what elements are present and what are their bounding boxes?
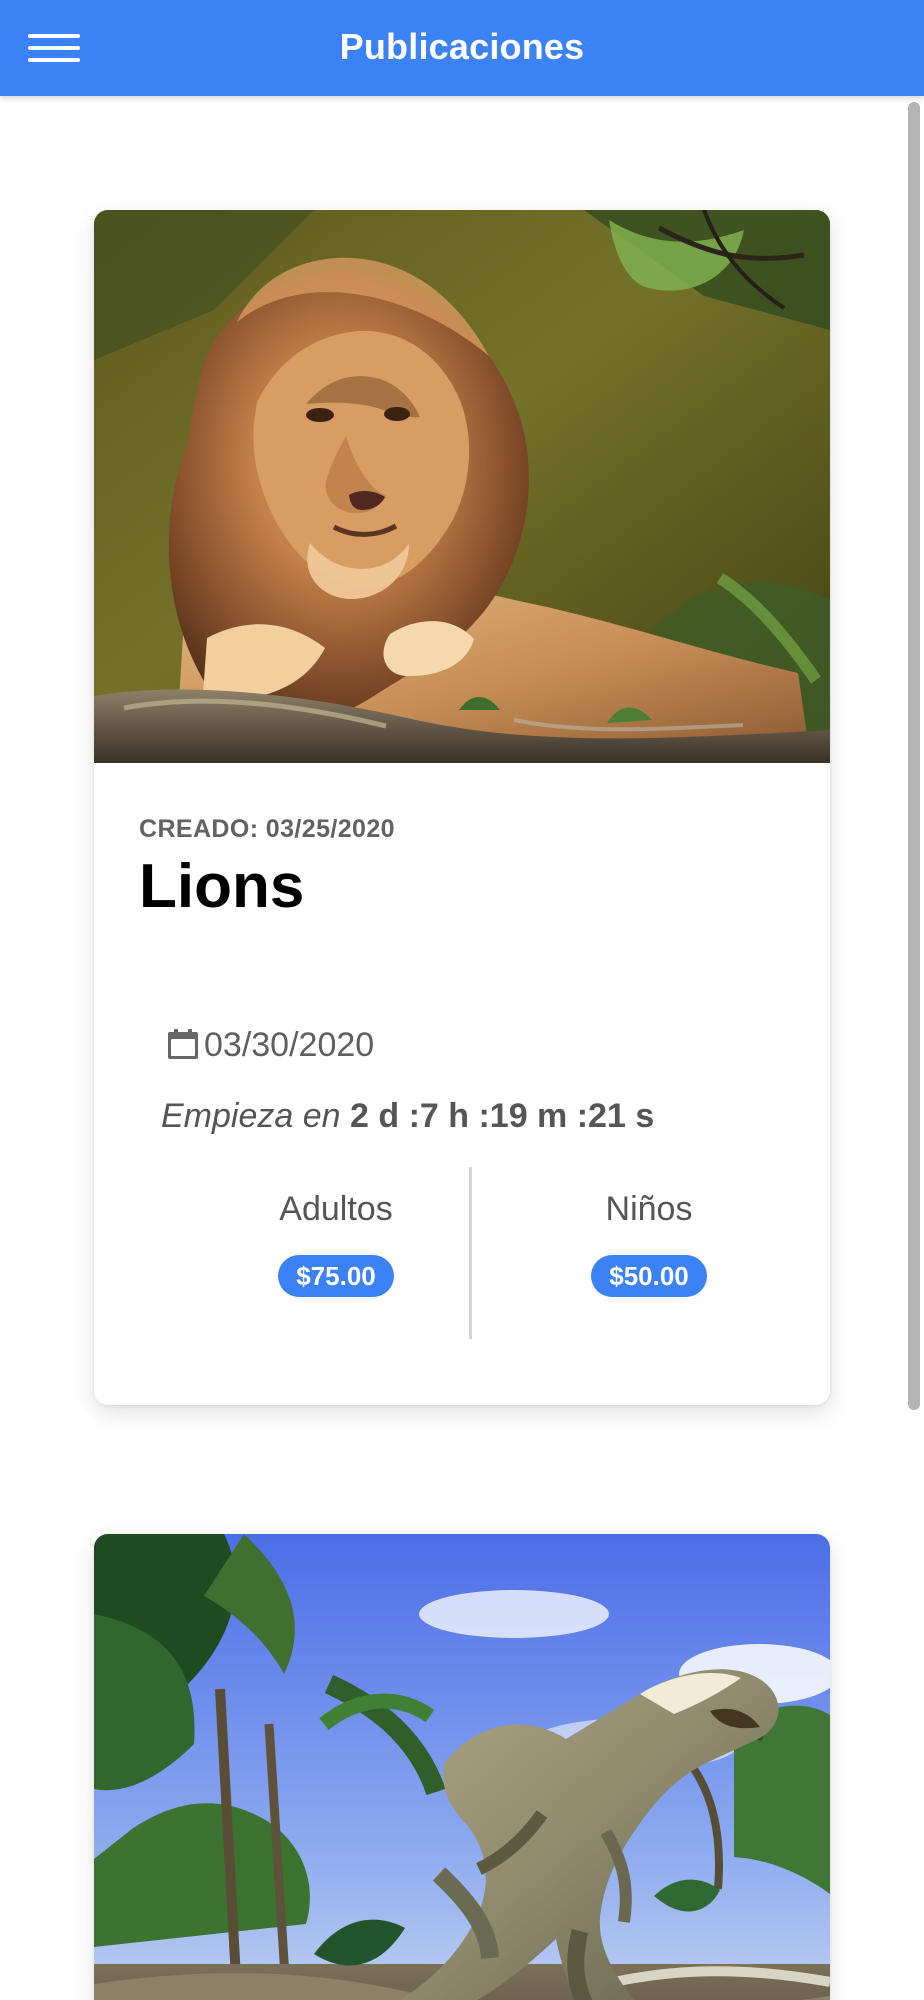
event-date-text: 03/30/2020 [204,1025,375,1064]
calendar-icon [168,1029,198,1059]
adult-price-badge: $75.00 [278,1255,394,1297]
post-card-dinosaur[interactable] [94,1534,830,2000]
adult-price-label: Adultos [279,1190,393,1228]
post-title: Lions [139,852,305,921]
post-card-lions[interactable]: CREADO: 03/25/2020 Lions 03/30/2020 Empi… [94,210,830,1405]
app-header: Publicaciones [0,0,924,96]
vertical-scrollbar[interactable] [908,102,920,1410]
dinosaur-image[interactable] [94,1534,830,2000]
created-date: CREADO: 03/25/2020 [139,815,395,843]
publications-screen: Publicaciones CREADO: 03/25/2020 Lions 0… [0,0,924,2000]
price-divider [469,1167,472,1339]
countdown-value: 2 d :7 h :19 m :21 s [350,1097,655,1135]
page-title: Publicaciones [339,26,585,67]
countdown: Empieza en 2 d :7 h :19 m :21 s [161,1097,654,1136]
lion-image[interactable] [94,210,830,763]
event-date: 03/30/2020 [164,1024,374,1066]
child-price: Niños $50.00 [529,1189,769,1297]
post-details: CREADO: 03/25/2020 Lions 03/30/2020 Empi… [94,763,830,1405]
child-price-label: Niños [605,1190,693,1228]
adult-price: Adultos $75.00 [216,1189,456,1297]
countdown-prefix: Empieza en [161,1097,341,1135]
child-price-badge: $50.00 [591,1255,707,1297]
